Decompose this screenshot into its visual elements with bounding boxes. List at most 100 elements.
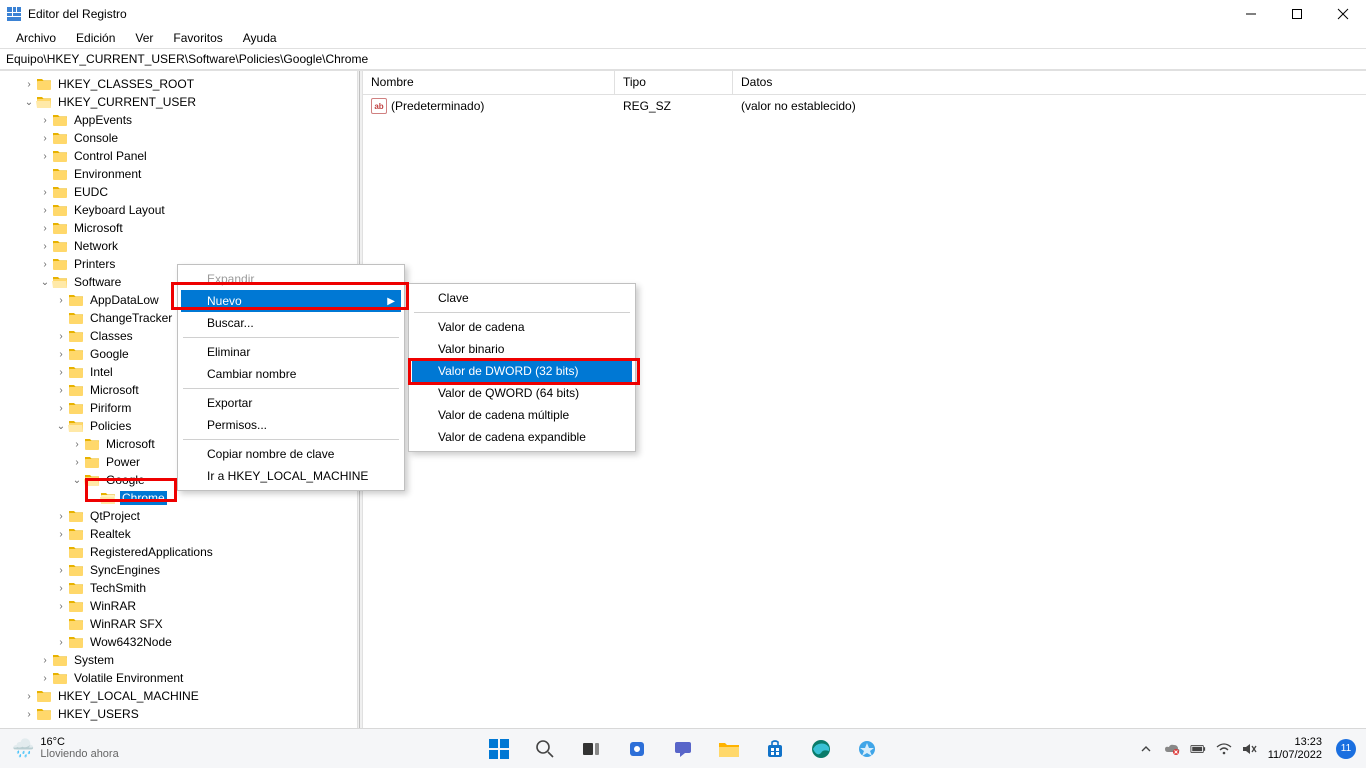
chevron-right-icon[interactable]: › bbox=[54, 385, 68, 396]
chevron-right-icon[interactable]: › bbox=[38, 655, 52, 666]
tree-item[interactable]: ›Control Panel bbox=[0, 147, 357, 165]
menu-item[interactable]: Valor de cadena bbox=[412, 316, 632, 338]
chevron-right-icon[interactable]: › bbox=[38, 259, 52, 270]
tree-item[interactable]: ⌄HKEY_CURRENT_USER bbox=[0, 93, 357, 111]
chevron-right-icon[interactable]: › bbox=[38, 673, 52, 684]
menu-item[interactable]: Valor de cadena múltiple bbox=[412, 404, 632, 426]
minimize-button[interactable] bbox=[1228, 0, 1274, 28]
tree-item[interactable]: ›WinRAR bbox=[0, 597, 357, 615]
menu-item-ayuda[interactable]: Ayuda bbox=[233, 29, 287, 47]
tree-item[interactable]: ›Console bbox=[0, 129, 357, 147]
taskview-button[interactable] bbox=[572, 730, 610, 768]
tree-item[interactable]: ›WinRAR SFX bbox=[0, 615, 357, 633]
tree-item[interactable]: ›AppEvents bbox=[0, 111, 357, 129]
menu-item[interactable]: Ir a HKEY_LOCAL_MACHINE bbox=[181, 465, 401, 487]
chevron-right-icon[interactable]: › bbox=[54, 511, 68, 522]
context-menu[interactable]: ExpandirNuevo▶Buscar...EliminarCambiar n… bbox=[177, 264, 405, 491]
address-bar[interactable]: Equipo\HKEY_CURRENT_USER\Software\Polici… bbox=[0, 48, 1366, 70]
value-row[interactable]: ab(Predeterminado) REG_SZ (valor no esta… bbox=[363, 95, 1366, 117]
chevron-right-icon[interactable]: › bbox=[22, 79, 36, 90]
chevron-right-icon[interactable]: › bbox=[54, 403, 68, 414]
tree-item[interactable]: ›System bbox=[0, 651, 357, 669]
chevron-right-icon[interactable]: › bbox=[54, 565, 68, 576]
chevron-right-icon[interactable]: › bbox=[38, 241, 52, 252]
menu-item[interactable]: Clave bbox=[412, 287, 632, 309]
chevron-right-icon[interactable]: › bbox=[54, 637, 68, 648]
menu-item[interactable]: Copiar nombre de clave bbox=[181, 443, 401, 465]
menu-item[interactable]: Valor de cadena expandible bbox=[412, 426, 632, 448]
maximize-button[interactable] bbox=[1274, 0, 1320, 28]
tree-item[interactable]: ›Wow6432Node bbox=[0, 633, 357, 651]
tree-item[interactable]: ›Environment bbox=[0, 165, 357, 183]
wifi-icon[interactable] bbox=[1216, 741, 1232, 757]
col-type-header[interactable]: Tipo bbox=[615, 71, 733, 94]
menu-item[interactable]: Valor de DWORD (32 bits) bbox=[412, 360, 632, 382]
chevron-right-icon[interactable]: › bbox=[54, 295, 68, 306]
tree-item[interactable]: ›QtProject bbox=[0, 507, 357, 525]
menu-item[interactable]: Buscar... bbox=[181, 312, 401, 334]
menu-item[interactable]: Permisos... bbox=[181, 414, 401, 436]
chevron-right-icon[interactable]: › bbox=[70, 457, 84, 468]
chevron-down-icon[interactable]: ⌄ bbox=[54, 421, 68, 432]
tree-item[interactable]: ›HKEY_USERS bbox=[0, 705, 357, 723]
tree-item[interactable]: ›Chrome bbox=[0, 489, 357, 507]
chevron-right-icon[interactable]: › bbox=[54, 349, 68, 360]
tree-item[interactable]: ›Keyboard Layout bbox=[0, 201, 357, 219]
tree-item[interactable]: ›RegisteredApplications bbox=[0, 543, 357, 561]
tree-item[interactable]: ›Volatile Environment bbox=[0, 669, 357, 687]
app-button[interactable] bbox=[848, 730, 886, 768]
tree-item[interactable]: ›SyncEngines bbox=[0, 561, 357, 579]
chevron-right-icon[interactable]: › bbox=[54, 331, 68, 342]
menu-item[interactable]: Valor binario bbox=[412, 338, 632, 360]
tree-item[interactable]: ›Microsoft bbox=[0, 219, 357, 237]
volume-icon[interactable] bbox=[1242, 741, 1258, 757]
chevron-right-icon[interactable]: › bbox=[38, 133, 52, 144]
taskbar-weather[interactable]: 🌧️ 16°C Lloviendo ahora bbox=[0, 737, 119, 760]
menu-item-favoritos[interactable]: Favoritos bbox=[163, 29, 232, 47]
tree-item[interactable]: ›HKEY_CLASSES_ROOT bbox=[0, 75, 357, 93]
chevron-down-icon[interactable]: ⌄ bbox=[70, 475, 84, 486]
chevron-right-icon[interactable]: › bbox=[54, 529, 68, 540]
tree-item[interactable]: ›Realtek bbox=[0, 525, 357, 543]
widgets-button[interactable] bbox=[618, 730, 656, 768]
menu-item[interactable]: Cambiar nombre bbox=[181, 363, 401, 385]
taskbar-clock[interactable]: 13:23 11/07/2022 bbox=[1268, 736, 1322, 760]
chevron-right-icon[interactable]: › bbox=[22, 691, 36, 702]
chevron-right-icon[interactable]: › bbox=[70, 439, 84, 450]
chevron-right-icon[interactable]: › bbox=[38, 151, 52, 162]
chevron-right-icon[interactable]: › bbox=[54, 367, 68, 378]
chevron-right-icon[interactable]: › bbox=[38, 205, 52, 216]
chevron-right-icon[interactable]: › bbox=[54, 583, 68, 594]
menu-item[interactable]: Exportar bbox=[181, 392, 401, 414]
menu-item[interactable]: Valor de QWORD (64 bits) bbox=[412, 382, 632, 404]
onedrive-icon[interactable] bbox=[1164, 741, 1180, 757]
explorer-button[interactable] bbox=[710, 730, 748, 768]
menu-item[interactable]: Nuevo▶ bbox=[181, 290, 401, 312]
tray-chevron-icon[interactable] bbox=[1138, 741, 1154, 757]
col-name-header[interactable]: Nombre bbox=[363, 71, 615, 94]
chevron-right-icon[interactable]: › bbox=[38, 187, 52, 198]
close-button[interactable] bbox=[1320, 0, 1366, 28]
store-button[interactable] bbox=[756, 730, 794, 768]
tree-item[interactable]: ›Network bbox=[0, 237, 357, 255]
chevron-down-icon[interactable]: ⌄ bbox=[38, 277, 52, 288]
chevron-right-icon[interactable]: › bbox=[38, 223, 52, 234]
chevron-right-icon[interactable]: › bbox=[22, 709, 36, 720]
chevron-down-icon[interactable]: ⌄ bbox=[22, 97, 36, 108]
context-submenu-new[interactable]: ClaveValor de cadenaValor binarioValor d… bbox=[408, 283, 636, 452]
edge-button[interactable] bbox=[802, 730, 840, 768]
menu-item-archivo[interactable]: Archivo bbox=[6, 29, 66, 47]
col-data-header[interactable]: Datos bbox=[733, 71, 1366, 94]
menu-item-edición[interactable]: Edición bbox=[66, 29, 125, 47]
menu-item[interactable]: Eliminar bbox=[181, 341, 401, 363]
tree-item[interactable]: ›TechSmith bbox=[0, 579, 357, 597]
menu-item-ver[interactable]: Ver bbox=[125, 29, 163, 47]
battery-icon[interactable] bbox=[1190, 741, 1206, 757]
tree-item[interactable]: ›HKEY_LOCAL_MACHINE bbox=[0, 687, 357, 705]
chevron-right-icon[interactable]: › bbox=[54, 601, 68, 612]
tree-item[interactable]: ›EUDC bbox=[0, 183, 357, 201]
start-button[interactable] bbox=[480, 730, 518, 768]
search-button[interactable] bbox=[526, 730, 564, 768]
chevron-right-icon[interactable]: › bbox=[38, 115, 52, 126]
notification-badge[interactable]: 11 bbox=[1336, 739, 1356, 759]
